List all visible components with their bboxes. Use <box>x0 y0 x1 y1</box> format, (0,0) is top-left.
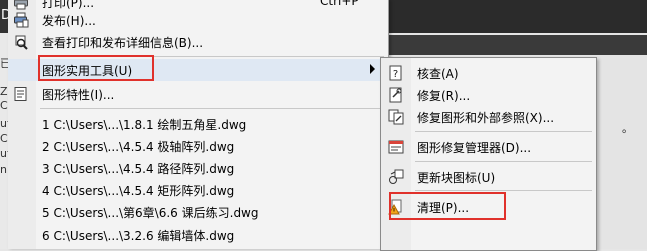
submenu-item-recover[interactable]: 修复(R)... <box>381 84 596 106</box>
recover-xref-icon <box>388 109 404 125</box>
menu-separator <box>40 108 384 109</box>
submenu-item-label: 修复(R)... <box>417 89 471 103</box>
menu-item-label: 图形特性(I)... <box>42 88 115 102</box>
recent-file-label: 2 C:\Users\...\4.5.4 极轴阵列.dwg <box>42 140 235 154</box>
menu-item-shortcut: Ctrl+P <box>320 0 359 8</box>
recent-file-item[interactable]: 6 C:\Users\...\3.2.6 编辑墙体.dwg <box>8 224 388 246</box>
recent-file-label: 5 C:\Users\...\第6章\6.6 课后练习.dwg <box>42 206 259 220</box>
recent-file-item[interactable]: 1 C:\Users\...\1.8.1 绘制五角星.dwg <box>8 113 388 135</box>
drawing-properties-icon <box>13 86 29 102</box>
drawing-utilities-submenu: ? 核查(A) 修复(R)... 修复图形和外部参照(X)... 图形修复管理器… <box>380 57 597 251</box>
recent-file-label: 6 C:\Users\...\3.2.6 编辑墙体.dwg <box>42 229 235 243</box>
update-block-icon <box>388 169 404 185</box>
window-corner: D <box>0 0 11 33</box>
menu-item-publish[interactable]: 发布(H)... <box>8 9 388 31</box>
history-fragment: Z <box>0 85 8 98</box>
submenu-item-update-block[interactable]: 更新块图标(U) <box>381 166 596 188</box>
menu-item-label: 发布(H)... <box>42 14 96 28</box>
submenu-item-recovery-manager[interactable]: 图形修复管理器(D)... <box>381 136 596 158</box>
recent-file-item[interactable]: 2 C:\Users\...\4.5.4 极轴阵列.dwg <box>8 135 388 157</box>
recent-file-item[interactable]: 3 C:\Users\...\4.5.4 路径阵列.dwg <box>8 157 388 179</box>
history-fragment: C <box>0 99 8 112</box>
submenu-separator <box>415 131 592 132</box>
recent-file-item[interactable]: 4 C:\Users\...\4.5.4 矩形阵列.dwg <box>8 179 388 201</box>
submenu-item-audit[interactable]: ? 核查(A) <box>381 62 596 84</box>
recover-icon <box>388 87 404 103</box>
submenu-arrow-icon <box>370 64 375 74</box>
highlight-box <box>389 192 506 220</box>
menu-item-view-details[interactable]: 查看打印和发布详细信息(B)... <box>8 31 388 53</box>
recent-file-label: 3 C:\Users\...\4.5.4 路径阵列.dwg <box>42 162 235 176</box>
svg-text:?: ? <box>393 69 398 80</box>
recent-file-label: 4 C:\Users\...\4.5.4 矩形阵列.dwg <box>42 184 235 198</box>
text-fragment: 。 <box>622 122 633 135</box>
submenu-separator <box>415 161 592 162</box>
submenu-item-label: 核查(A) <box>417 67 459 81</box>
history-fragment: n <box>0 163 7 176</box>
submenu-separator <box>415 190 592 191</box>
recovery-manager-icon <box>388 139 404 155</box>
ribbon-band <box>388 35 647 55</box>
submenu-item-recover-xref[interactable]: 修复图形和外部参照(X)... <box>381 106 596 128</box>
audit-icon: ? <box>388 65 404 81</box>
submenu-item-label: 修复图形和外部参照(X)... <box>417 111 555 125</box>
menu-item-label: 查看打印和发布详细信息(B)... <box>42 36 204 50</box>
publish-icon <box>13 12 29 28</box>
menu-item-drawing-properties[interactable]: 图形特性(I)... <box>8 83 388 105</box>
submenu-item-label: 更新块图标(U) <box>417 171 496 185</box>
history-fragment: C <box>0 132 8 145</box>
submenu-item-label: 图形修复管理器(D)... <box>417 141 532 155</box>
view-details-icon <box>13 34 29 50</box>
highlight-box <box>38 55 154 81</box>
recent-file-label: 1 C:\Users\...\1.8.1 绘制五角星.dwg <box>42 118 247 132</box>
recent-file-item[interactable]: 5 C:\Users\...\第6章\6.6 课后练习.dwg <box>8 201 388 223</box>
application-menu: 打印(P)... Ctrl+P 发布(H)... 查看打印和发布详细信息(B).… <box>8 0 389 249</box>
